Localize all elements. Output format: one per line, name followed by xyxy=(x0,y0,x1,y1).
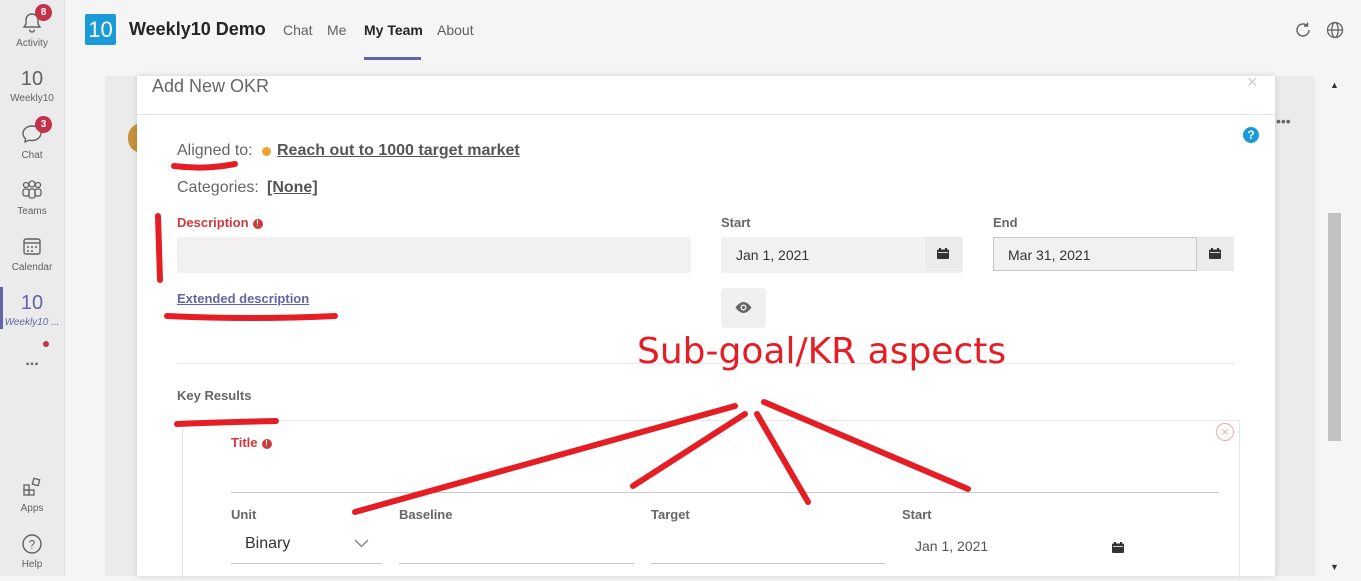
app-header: 10 Weekly10 Demo Chat Me My Team About xyxy=(65,0,1361,61)
app-name: Weekly10 Demo xyxy=(129,19,266,39)
end-date-value: Mar 31, 2021 xyxy=(1008,247,1091,263)
extended-description-link[interactable]: Extended description xyxy=(177,291,309,306)
more-options-icon[interactable]: ••• xyxy=(1276,113,1291,129)
rail-label: Activity xyxy=(16,38,48,49)
rail-label: Weekly10 ... xyxy=(4,317,60,328)
bell-icon xyxy=(0,12,64,36)
target-label: Target xyxy=(651,507,690,522)
calendar-icon xyxy=(1209,248,1221,259)
categories-label: Categories: xyxy=(177,179,259,196)
kr-title-input[interactable] xyxy=(231,492,1219,493)
chevron-down-icon[interactable] xyxy=(354,539,369,548)
active-tab-indicator xyxy=(364,57,421,60)
teams-icon xyxy=(0,180,64,204)
chat-badge: 3 xyxy=(35,116,52,133)
rail-chat[interactable]: Chat 3 xyxy=(0,116,64,161)
unit-select-underline xyxy=(231,563,382,564)
end-label: End xyxy=(993,215,1018,230)
target-input[interactable] xyxy=(651,563,885,564)
start-calendar-button[interactable] xyxy=(925,237,962,271)
rail-weekly10-app[interactable]: 10 Weekly10 ... xyxy=(0,291,64,328)
end-date-input[interactable]: Mar 31, 2021 xyxy=(993,237,1197,271)
tab-about[interactable]: About xyxy=(437,22,474,38)
refresh-icon[interactable] xyxy=(1293,20,1313,40)
rail-activity[interactable]: Activity 8 xyxy=(0,4,64,49)
app-logo: 10 xyxy=(85,14,116,45)
description-input[interactable] xyxy=(177,237,691,273)
add-okr-dialog: Add New OKR × ? Aligned to: Reach out to… xyxy=(137,72,1275,581)
annotation-text: Sub-goal/KR aspects xyxy=(637,331,1007,372)
eye-icon xyxy=(735,302,752,313)
baseline-input[interactable] xyxy=(399,563,634,564)
aligned-goal-link[interactable]: Reach out to 1000 target market xyxy=(277,142,520,160)
more-icon: ... xyxy=(25,352,39,369)
scroll-down-arrow-icon[interactable]: ▼ xyxy=(1330,562,1339,572)
rail-weekly10[interactable]: 10 Weekly10 xyxy=(0,67,64,104)
calendar-icon xyxy=(937,248,949,259)
required-icon: ! xyxy=(261,439,272,449)
key-results-heading: Key Results xyxy=(177,388,252,403)
rail-help[interactable]: ? Help xyxy=(0,533,64,570)
visibility-toggle-button[interactable] xyxy=(721,288,766,328)
app-rail: Activity 8 10 Weekly10 Chat 3 Teams Cale… xyxy=(0,0,65,576)
rail-label: Help xyxy=(21,559,43,570)
aligned-to-label: Aligned to: xyxy=(177,142,253,159)
unit-label: Unit xyxy=(231,507,257,522)
activity-badge: 8 xyxy=(35,4,52,21)
rail-label: Weekly10 xyxy=(10,93,54,104)
description-label: Description! xyxy=(177,215,263,230)
kr-title-label: Title! xyxy=(231,435,272,450)
dialog-title: Add New OKR xyxy=(152,76,270,96)
rail-label: Calendar xyxy=(11,262,53,273)
rail-calendar[interactable]: Calendar xyxy=(0,236,64,273)
required-icon: ! xyxy=(252,219,263,229)
key-result-card xyxy=(182,420,1240,581)
weekly10-icon: 10 xyxy=(20,68,44,90)
remove-key-result-icon[interactable]: × xyxy=(1216,423,1234,441)
status-dot xyxy=(262,147,271,156)
help-icon[interactable]: ? xyxy=(1243,127,1259,143)
svg-text:?: ? xyxy=(29,538,36,552)
rail-teams[interactable]: Teams xyxy=(0,180,64,217)
rail-apps[interactable]: Apps xyxy=(0,477,64,514)
tab-my-team[interactable]: My Team xyxy=(364,22,423,38)
rail-label: Chat xyxy=(21,150,43,161)
chat-icon xyxy=(0,124,64,148)
scroll-up-arrow-icon[interactable]: ▲ xyxy=(1330,80,1339,90)
end-calendar-button[interactable] xyxy=(1197,237,1234,271)
rail-label: Apps xyxy=(20,503,44,514)
baseline-label: Baseline xyxy=(399,507,453,522)
weekly10-icon: 10 xyxy=(20,292,44,314)
tab-me[interactable]: Me xyxy=(327,22,346,38)
scrollbar-thumb[interactable] xyxy=(1328,213,1341,441)
rail-more[interactable]: ... xyxy=(0,352,64,370)
calendar-icon xyxy=(0,236,64,260)
start-date-value: Jan 1, 2021 xyxy=(736,247,810,263)
kr-start-date-value[interactable]: Jan 1, 2021 xyxy=(915,538,988,554)
help-circle-icon: ? xyxy=(0,533,64,557)
categories-link[interactable]: [None] xyxy=(267,179,318,197)
kr-start-label: Start xyxy=(902,507,932,522)
notification-dot xyxy=(43,341,49,347)
rail-label: Teams xyxy=(17,206,47,217)
calendar-icon[interactable] xyxy=(1112,542,1124,553)
globe-icon[interactable] xyxy=(1325,20,1345,40)
close-button[interactable]: × xyxy=(1247,72,1258,93)
tab-chat[interactable]: Chat xyxy=(283,22,313,38)
divider xyxy=(137,114,1275,115)
start-label: Start xyxy=(721,215,751,230)
unit-select[interactable]: Binary xyxy=(245,535,290,553)
apps-icon xyxy=(0,477,64,501)
